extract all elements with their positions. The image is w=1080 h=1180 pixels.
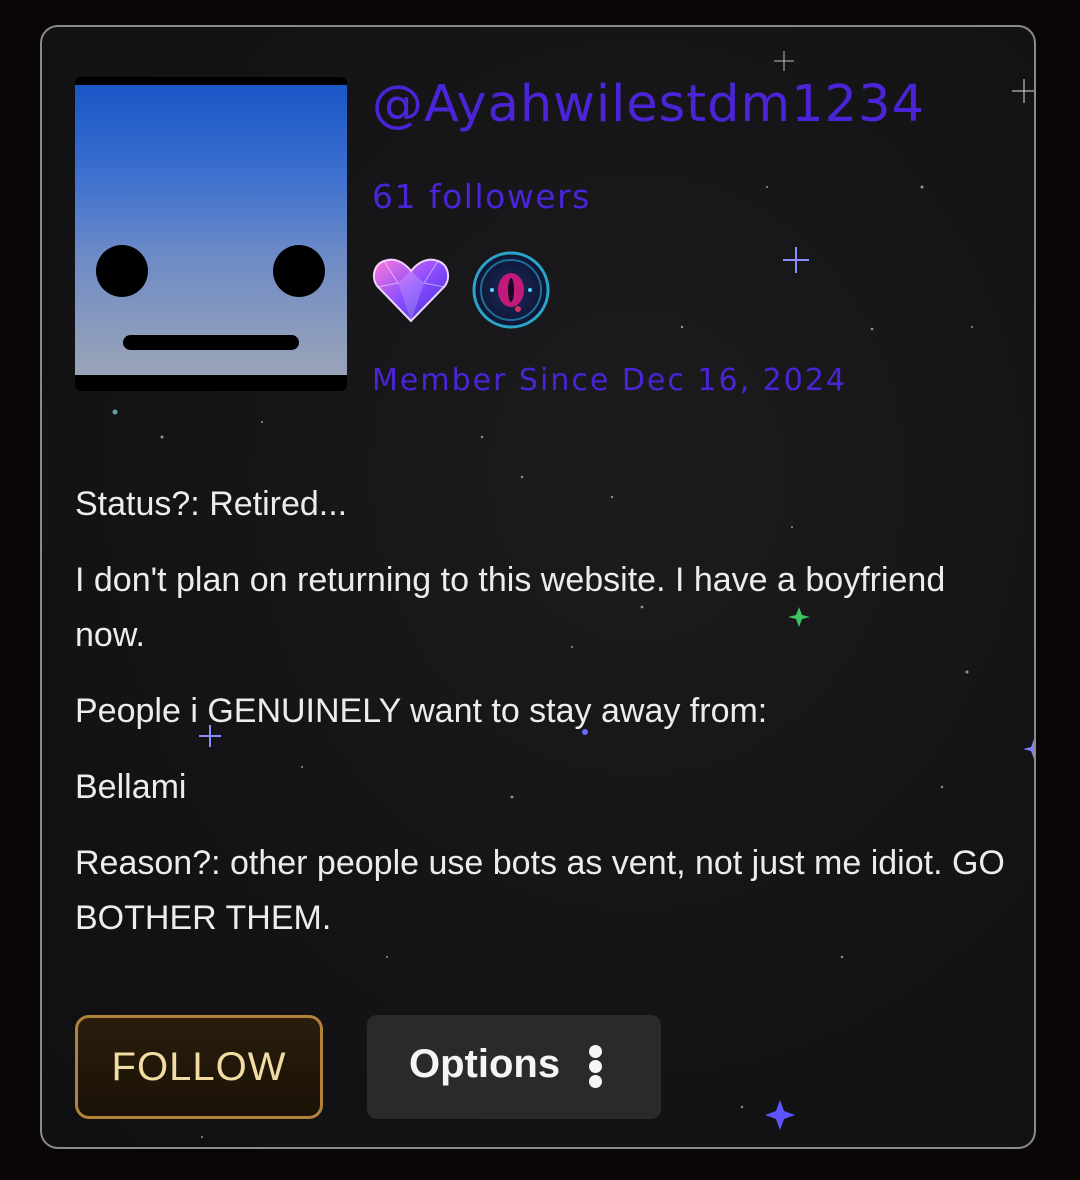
bio: Status?: Retired... I don't plan on retu… <box>75 477 1015 967</box>
bio-paragraph: Bellami <box>75 768 187 806</box>
member-since: Member Since Dec 16, 2024 <box>372 363 847 398</box>
bio-status: Status?: Retired... <box>75 485 348 523</box>
username: @Ayahwilestdm1234 <box>372 75 926 134</box>
kebab-menu-icon <box>589 1045 603 1089</box>
follow-button[interactable]: FOLLOW <box>75 1015 323 1119</box>
avatar-mouth <box>123 335 299 350</box>
avatar-right-eye <box>273 245 325 297</box>
avatar-left-eye <box>96 245 148 297</box>
heart-gem-badge-icon[interactable] <box>370 249 452 331</box>
avatar-face <box>75 85 347 375</box>
followers-count[interactable]: 61 followers <box>372 177 591 216</box>
avatar[interactable] <box>75 77 347 391</box>
options-label: Options <box>409 1042 561 1086</box>
options-button[interactable]: Options <box>367 1015 661 1119</box>
profile-card: @Ayahwilestdm1234 61 followers Member Si… <box>40 25 1036 1149</box>
bio-paragraph: Reason?: other people use bots as vent, … <box>75 844 1005 937</box>
eye-orb-badge-icon[interactable] <box>470 249 552 331</box>
bio-paragraph: People i GENUINELY want to stay away fro… <box>75 692 768 730</box>
bio-paragraph: I don't plan on returning to this websit… <box>75 561 946 654</box>
